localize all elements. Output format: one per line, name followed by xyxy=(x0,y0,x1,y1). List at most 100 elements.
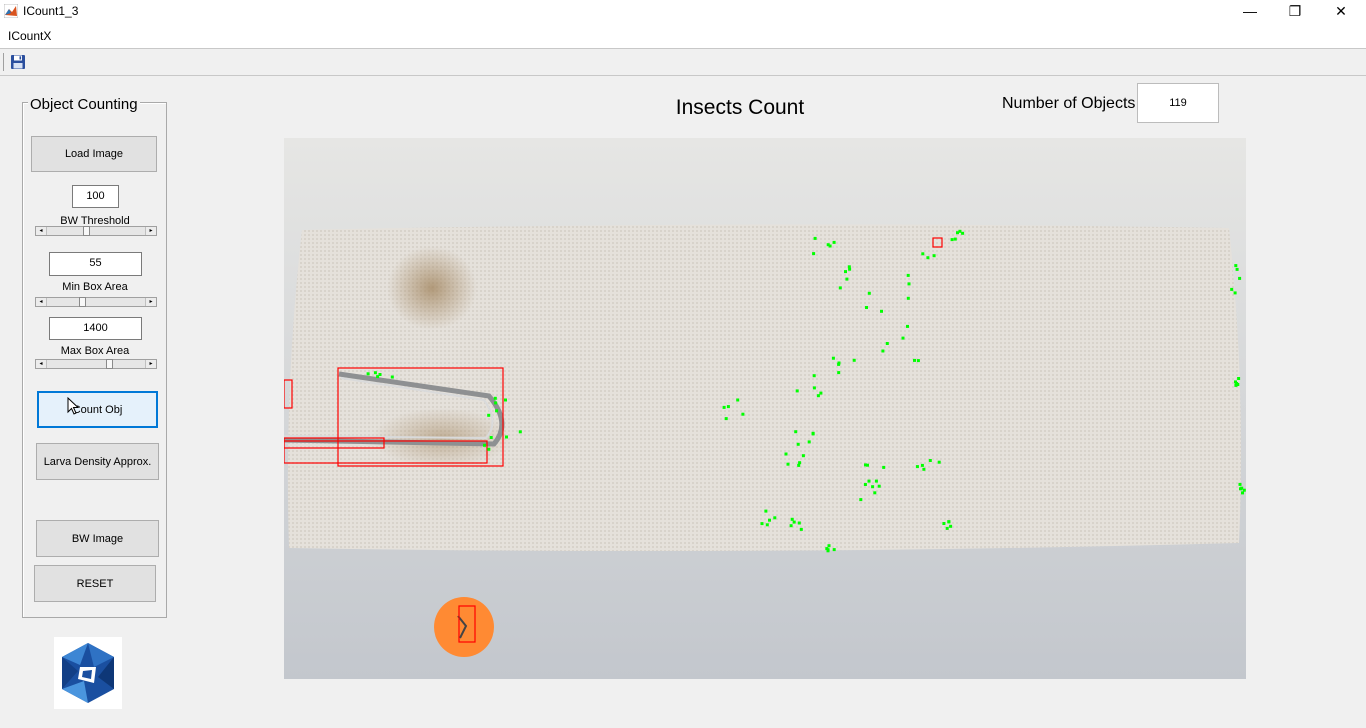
detection-marker xyxy=(789,524,793,528)
min-box-area-label: Min Box Area xyxy=(62,281,128,293)
larva-density-button[interactable]: Larva Density Approx. xyxy=(36,443,159,480)
detection-marker xyxy=(741,412,745,416)
save-icon[interactable] xyxy=(10,54,26,70)
insect-image xyxy=(284,138,1246,679)
bw-threshold-slider[interactable]: ◂ ▸ xyxy=(35,226,157,236)
detection-marker xyxy=(950,238,954,242)
detection-marker xyxy=(932,254,936,258)
detection-marker xyxy=(958,229,962,233)
restore-icon: ❐ xyxy=(1288,3,1302,19)
logo xyxy=(54,637,122,709)
window-title: ICount1_3 xyxy=(23,4,79,18)
slider-right-arrow-icon[interactable]: ▸ xyxy=(145,360,156,368)
detection-marker xyxy=(797,463,801,467)
detection-marker xyxy=(483,443,486,447)
slider-thumb[interactable] xyxy=(83,226,91,236)
title-bar: ICount1_3 — ❐ ✕ xyxy=(0,0,1366,24)
close-icon: ✕ xyxy=(1335,3,1347,19)
bw-threshold-field[interactable]: 100 xyxy=(72,185,119,208)
detection-marker xyxy=(945,526,949,530)
load-image-button[interactable]: Load Image xyxy=(31,136,157,172)
max-box-area-slider[interactable]: ◂ ▸ xyxy=(35,359,157,369)
menu-bar: ICountX xyxy=(0,24,1366,49)
detection-marker xyxy=(1233,291,1237,295)
detection-marker xyxy=(832,548,836,552)
detection-marker xyxy=(844,270,847,274)
slider-right-arrow-icon[interactable]: ▸ xyxy=(145,298,156,306)
close-button[interactable]: ✕ xyxy=(1318,0,1364,24)
detection-marker xyxy=(906,273,910,277)
detection-marker xyxy=(1242,488,1246,492)
reset-button[interactable]: RESET xyxy=(34,565,156,602)
maximize-button[interactable]: ❐ xyxy=(1272,0,1318,24)
detection-marker xyxy=(837,361,841,365)
slider-left-arrow-icon[interactable]: ◂ xyxy=(36,227,47,235)
max-box-area-label: Max Box Area xyxy=(60,345,130,354)
detection-marker xyxy=(495,409,499,413)
page-title: Insects Count xyxy=(675,96,805,119)
slider-left-arrow-icon[interactable]: ◂ xyxy=(36,360,47,368)
max-box-area-field[interactable]: 1400 xyxy=(49,317,142,340)
minimize-icon: — xyxy=(1243,3,1257,19)
detection-marker xyxy=(848,267,852,271)
detection-marker xyxy=(768,518,771,522)
detection-marker xyxy=(812,386,816,390)
detection-marker xyxy=(881,349,885,353)
detection-marker xyxy=(915,465,919,469)
menu-item-icountx[interactable]: ICountX xyxy=(8,29,51,43)
detection-marker xyxy=(784,452,788,456)
detection-marker xyxy=(801,454,805,458)
detection-marker xyxy=(877,484,881,488)
detection-marker xyxy=(722,405,726,409)
detection-marker xyxy=(867,479,871,483)
detection-marker xyxy=(922,467,926,471)
detection-marker xyxy=(913,358,916,362)
detection-marker xyxy=(773,516,777,520)
minimize-button[interactable]: — xyxy=(1227,0,1273,24)
min-box-area-slider[interactable]: ◂ ▸ xyxy=(35,297,157,307)
detection-marker xyxy=(831,356,835,360)
detection-marker xyxy=(865,306,868,309)
detection-marker xyxy=(1235,382,1239,385)
bw-image-button[interactable]: BW Image xyxy=(36,520,159,557)
detection-marker xyxy=(812,374,816,378)
detection-marker xyxy=(906,324,909,328)
image-axes xyxy=(284,138,1246,679)
panel-title: Object Counting xyxy=(28,96,140,113)
detection-marker xyxy=(852,358,856,362)
detection-marker xyxy=(792,520,796,524)
detection-marker xyxy=(813,236,817,240)
slider-thumb[interactable] xyxy=(106,359,114,369)
detection-marker xyxy=(937,460,941,464)
detection-marker xyxy=(811,432,815,436)
slider-right-arrow-icon[interactable]: ▸ xyxy=(145,227,156,235)
detection-marker xyxy=(864,463,867,467)
detection-marker xyxy=(819,391,823,395)
count-obj-button[interactable]: Count Obj xyxy=(37,391,158,428)
detection-marker xyxy=(882,465,886,469)
detection-marker xyxy=(916,359,920,363)
detection-marker xyxy=(799,527,803,531)
detection-marker xyxy=(724,417,728,421)
detection-marker xyxy=(926,256,930,260)
detection-marker xyxy=(901,336,905,340)
slider-left-arrow-icon[interactable]: ◂ xyxy=(36,298,47,306)
detection-marker xyxy=(1241,491,1244,495)
detection-marker xyxy=(518,430,522,434)
detection-marker xyxy=(376,375,380,379)
detection-marker xyxy=(373,371,377,375)
detection-marker xyxy=(736,398,740,402)
detection-marker xyxy=(812,252,816,256)
slider-thumb[interactable] xyxy=(78,297,86,307)
detection-marker xyxy=(1238,482,1242,486)
detection-marker xyxy=(826,549,830,553)
detection-marker xyxy=(760,522,764,526)
detection-marker xyxy=(494,401,498,405)
detection-marker xyxy=(390,375,394,379)
detection-marker xyxy=(885,342,889,345)
min-box-area-field[interactable]: 55 xyxy=(49,252,142,276)
detection-marker xyxy=(845,277,849,281)
detection-marker xyxy=(942,522,946,525)
detection-marker xyxy=(1238,276,1242,280)
detection-marker xyxy=(871,485,875,489)
